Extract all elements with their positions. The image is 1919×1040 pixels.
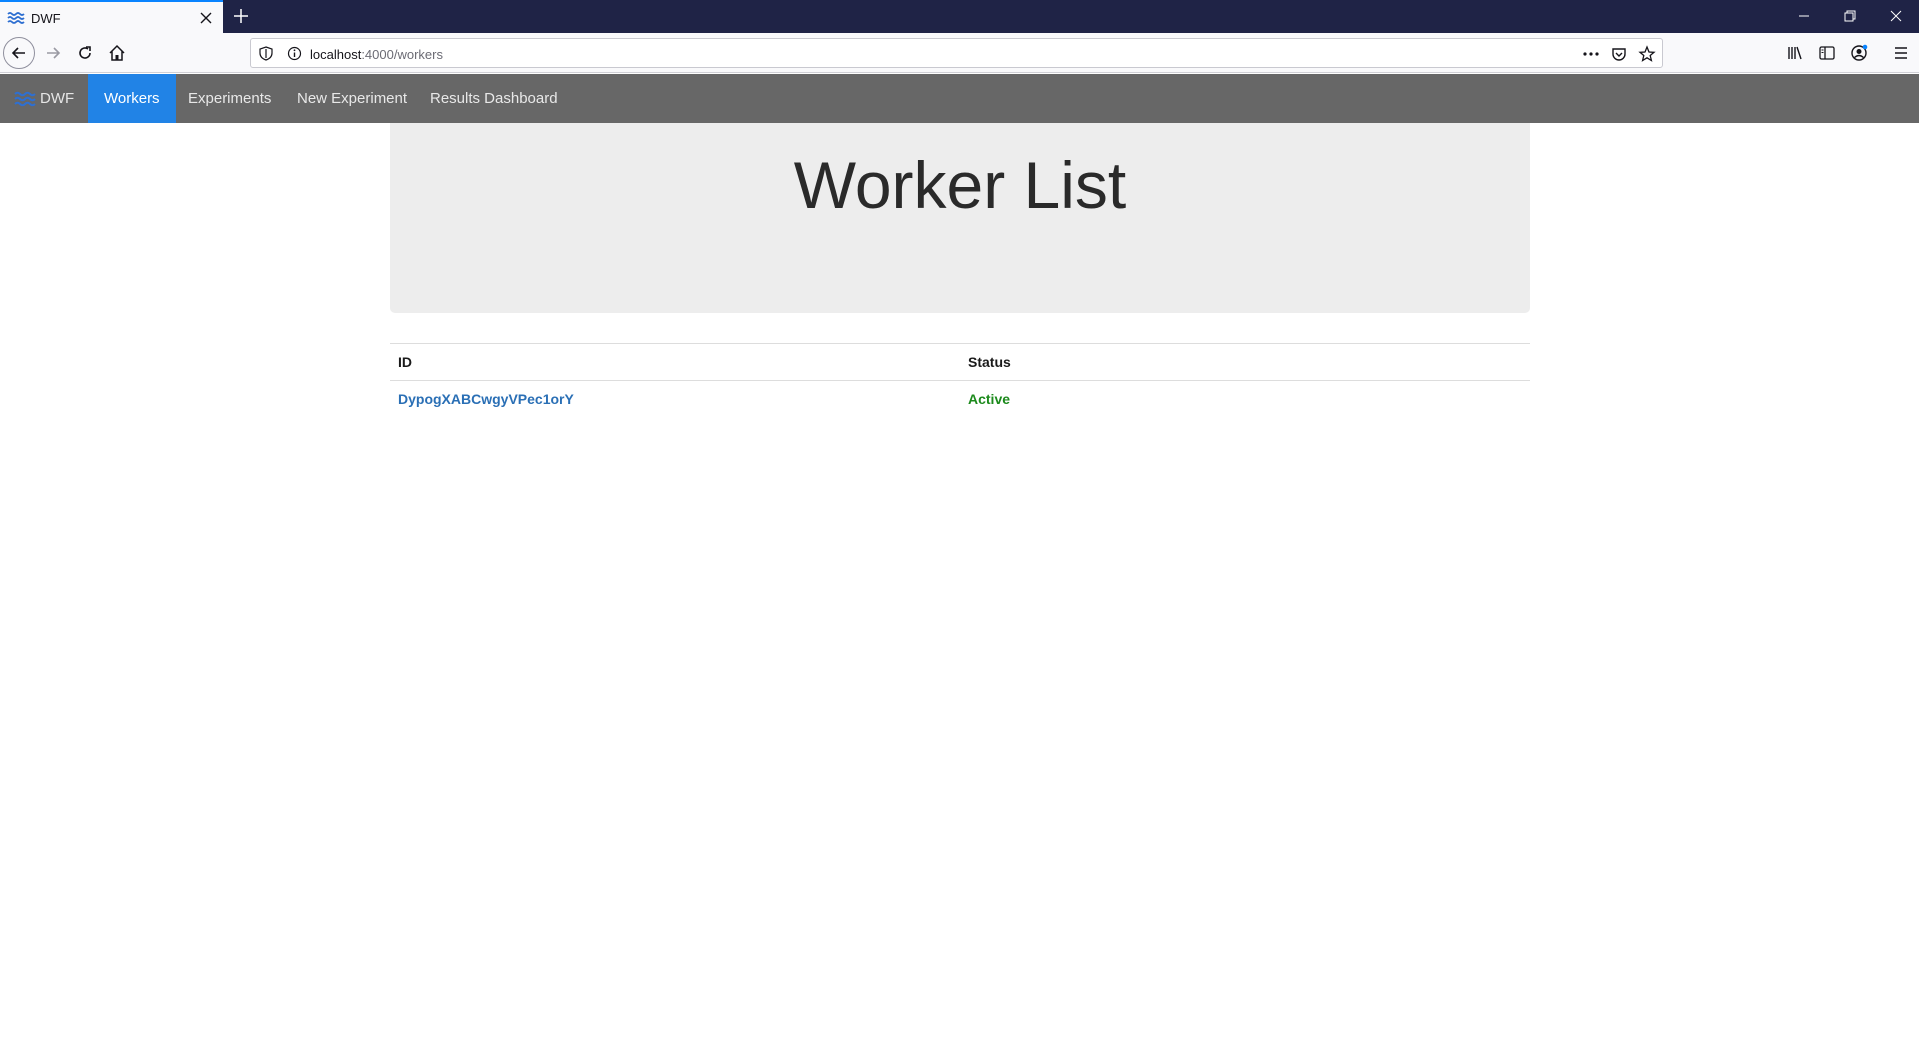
app-navbar: DWF Workers Experiments New Experiment R… <box>0 74 1919 123</box>
more-actions-icon[interactable] <box>1582 45 1600 63</box>
new-tab-icon[interactable] <box>232 7 250 25</box>
browser-tabstrip: DWF <box>0 0 1919 33</box>
reload-icon[interactable] <box>75 43 95 63</box>
nav-experiments[interactable]: Experiments <box>172 74 287 123</box>
close-icon[interactable] <box>198 10 214 26</box>
window-close-icon[interactable] <box>1886 6 1906 26</box>
shield-icon[interactable] <box>259 46 273 61</box>
browser-toolbar: localhost:4000/workers <box>0 33 1919 73</box>
nav-workers[interactable]: Workers <box>88 74 176 123</box>
tab-title: DWF <box>31 11 61 26</box>
browser-tab[interactable]: DWF <box>0 0 223 33</box>
workers-table: ID Status DypogXABCwgyVPec1orY Active <box>390 343 1530 417</box>
brand[interactable]: DWF <box>14 74 74 123</box>
nav-results-dashboard[interactable]: Results Dashboard <box>414 74 574 123</box>
back-arrow-icon[interactable] <box>9 43 29 63</box>
column-header-status: Status <box>968 354 1011 370</box>
url-host: localhost <box>310 47 362 62</box>
table-header-row: ID Status <box>390 343 1530 381</box>
menu-icon[interactable] <box>1891 43 1911 63</box>
table-row: DypogXABCwgyVPec1orY Active <box>390 381 1530 417</box>
sidebar-icon[interactable] <box>1817 43 1837 63</box>
column-header-id: ID <box>398 354 412 370</box>
brand-label: DWF <box>40 90 75 107</box>
waves-icon <box>14 91 36 106</box>
address-bar[interactable]: localhost:4000/workers <box>250 38 1663 68</box>
nav-new-experiment[interactable]: New Experiment <box>281 74 423 123</box>
info-icon[interactable] <box>287 46 302 61</box>
bookmark-star-icon[interactable] <box>1638 45 1656 63</box>
worker-id-link[interactable]: DypogXABCwgyVPec1orY <box>398 391 574 407</box>
worker-id-cell: DypogXABCwgyVPec1orY <box>390 381 960 417</box>
url-text[interactable]: localhost:4000/workers <box>310 47 443 62</box>
page-title: Worker List <box>793 148 1127 222</box>
forward-arrow-icon[interactable] <box>43 43 63 63</box>
library-icon[interactable] <box>1785 43 1805 63</box>
pocket-icon[interactable] <box>1610 45 1628 63</box>
restore-icon[interactable] <box>1840 6 1860 26</box>
home-icon[interactable] <box>107 43 127 63</box>
url-path: :4000/workers <box>361 47 443 62</box>
minimize-icon[interactable] <box>1794 6 1814 26</box>
account-icon[interactable] <box>1849 43 1869 63</box>
waves-icon <box>7 12 25 24</box>
worker-status-cell: Active <box>960 381 1530 417</box>
jumbotron: Worker List <box>390 123 1530 313</box>
status-badge: Active <box>968 390 1011 407</box>
